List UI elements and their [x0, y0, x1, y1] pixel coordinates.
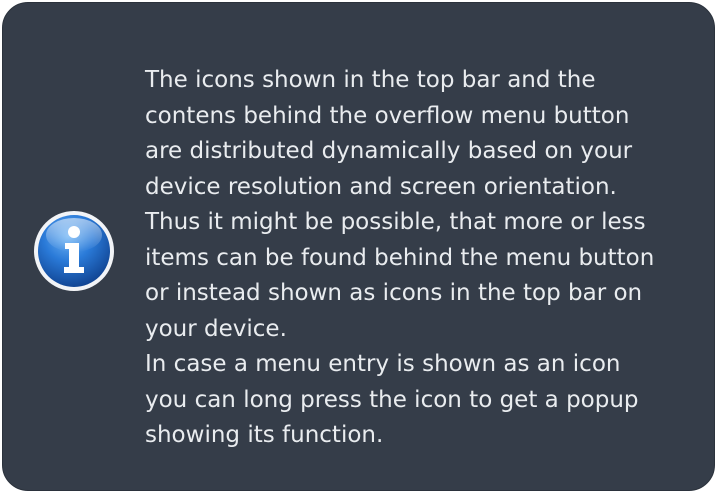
- note-line: contens behind the overflow menu button: [145, 102, 630, 129]
- note-line: showing its function.: [145, 422, 384, 448]
- note-line: In case a menu entry is shown as an icon: [145, 351, 621, 377]
- note-line: device resolution and screen orientation…: [145, 173, 617, 200]
- info-icon: [34, 211, 114, 291]
- note-line: Thus it might be possible, that more or …: [145, 209, 646, 235]
- note-line: you can long press the icon to get a pop…: [145, 386, 639, 413]
- note-line: The icons shown in the top bar and the: [145, 67, 596, 93]
- note-line: are distributed dynamically based on you…: [145, 138, 633, 164]
- note-line: items can be found behind the menu butto…: [145, 244, 655, 271]
- note-line: or instead shown as icons in the top bar…: [145, 280, 643, 306]
- note-line: your device.: [145, 315, 287, 342]
- note-text: The icons shown in the top bar and the c…: [145, 63, 695, 454]
- info-note-box: The icons shown in the top bar and the c…: [2, 2, 715, 491]
